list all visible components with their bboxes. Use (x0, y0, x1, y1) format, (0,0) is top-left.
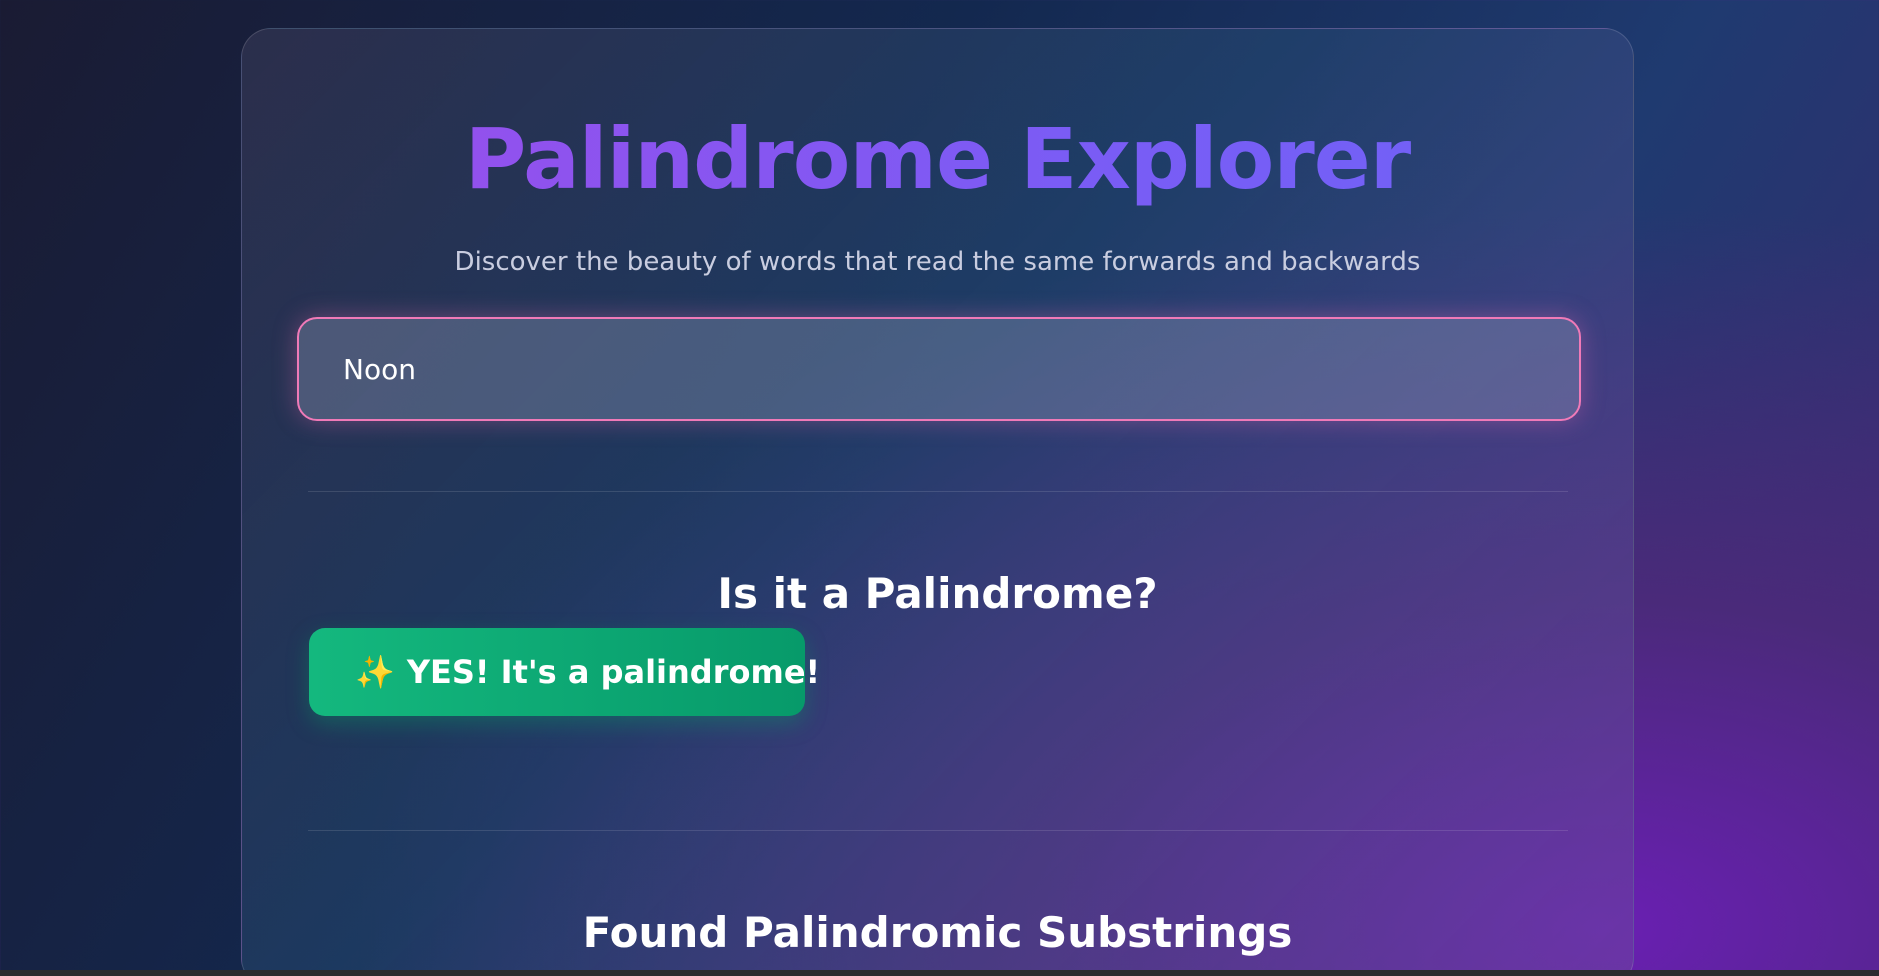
sparkles-icon: ✨ (355, 653, 395, 691)
page-subtitle: Discover the beauty of words that read t… (454, 247, 1421, 277)
palindrome-result-badge: ✨ YES! It's a palindrome! (309, 628, 820, 716)
check-section-title: Is it a Palindrome? (717, 569, 1158, 618)
divider (308, 491, 1568, 492)
explorer-card: Palindrome Explorer Discover the beauty … (241, 28, 1634, 976)
result-label: YES! It's a palindrome! (406, 653, 821, 691)
substrings-section-title: Found Palindromic Substrings (582, 908, 1293, 957)
page-title: Palindrome Explorer (242, 109, 1633, 209)
bottom-edge-bar (0, 970, 1879, 976)
palindrome-input[interactable] (297, 317, 1581, 421)
divider (308, 830, 1568, 831)
